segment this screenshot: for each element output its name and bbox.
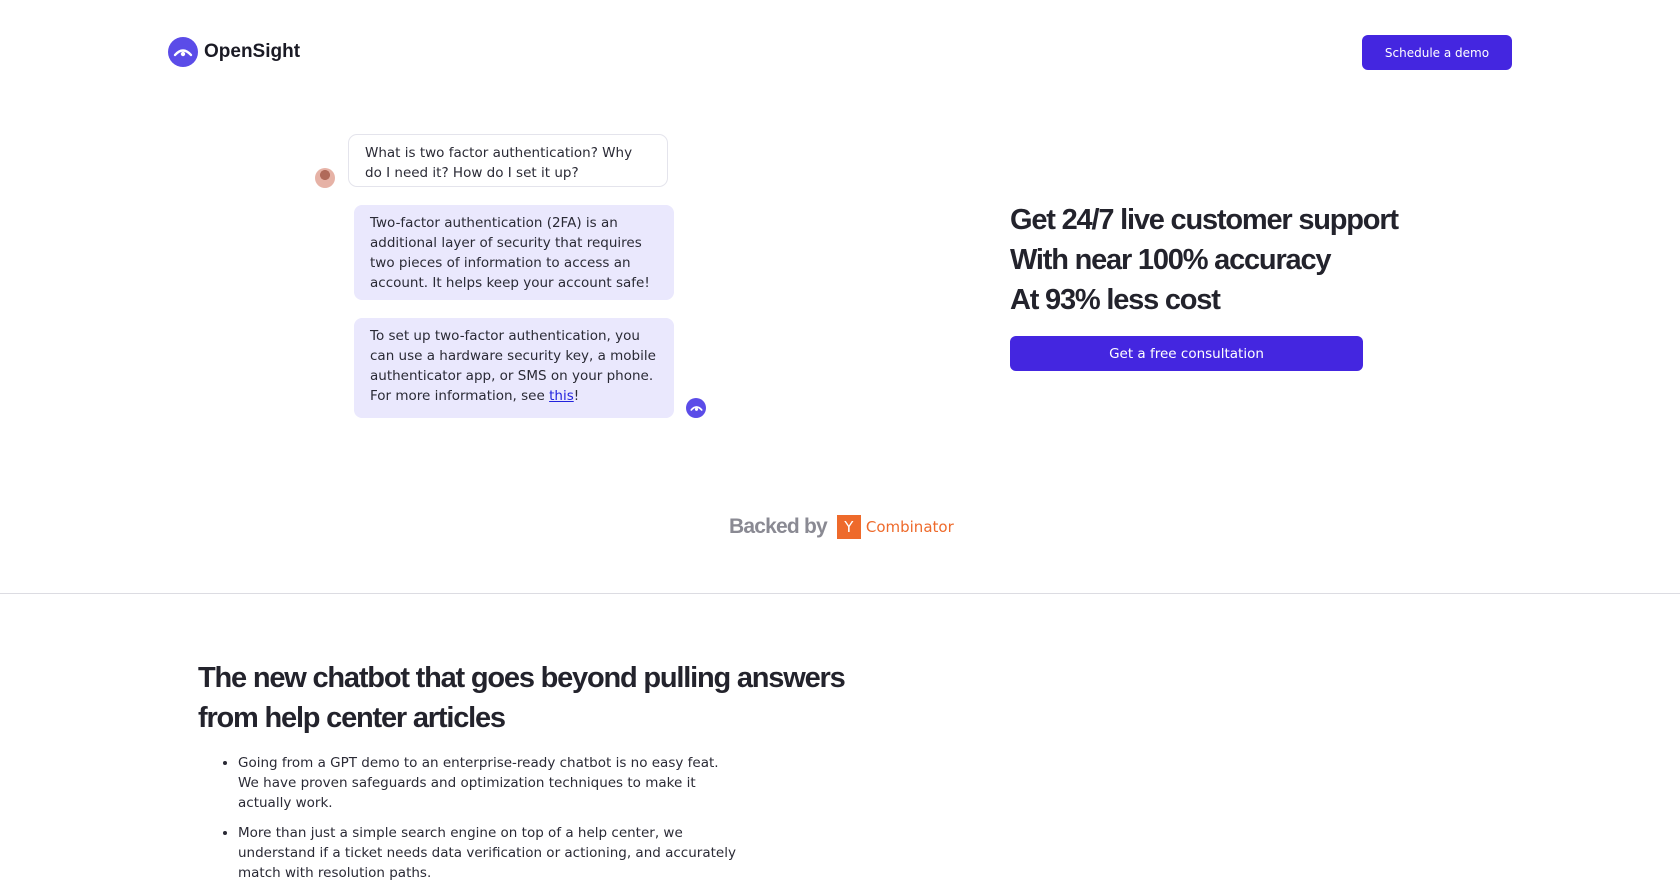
more-info-link[interactable]: this <box>549 388 574 404</box>
section-title-line-1: The new chatbot that goes beyond pulling… <box>198 662 846 694</box>
feature-list-item: More than just a simple search engine on… <box>238 823 738 883</box>
free-consultation-button[interactable]: Get a free consultation <box>1010 336 1363 371</box>
yc-logo-icon: Y <box>836 515 861 539</box>
answer-text: To set up two-factor authentication, you… <box>370 328 656 404</box>
feature-list-item: Going from a GPT demo to an enterprise-r… <box>238 753 738 813</box>
yc-name: Combinator <box>865 518 954 536</box>
backed-by-section: Backed by Y Combinator <box>729 515 954 539</box>
section-title: The new chatbot that goes beyond pulling… <box>198 658 846 738</box>
hero-line-1: Get 24/7 live customer support <box>1010 204 1399 236</box>
hero-line-3: At 93% less cost <box>1010 284 1221 316</box>
schedule-demo-button[interactable]: Schedule a demo <box>1362 35 1512 70</box>
user-avatar-icon <box>315 168 335 188</box>
bot-answer-bubble: Two-factor authentication (2FA) is an ad… <box>354 205 674 300</box>
hero-heading: Get 24/7 live customer support With near… <box>1010 200 1399 320</box>
backed-by-label: Backed by <box>729 515 828 538</box>
bot-answer-bubble-2: To set up two-factor authentication, you… <box>354 318 674 418</box>
feature-list: Going from a GPT demo to an enterprise-r… <box>198 753 738 893</box>
section-title-line-2: from help center articles <box>198 702 506 734</box>
answer-end: ! <box>573 388 580 404</box>
bot-avatar-icon <box>686 398 706 418</box>
brand-logo[interactable]: OpenSight <box>168 37 300 67</box>
eye-arc-icon <box>168 37 198 67</box>
brand-name: OpenSight <box>204 41 301 62</box>
section-divider <box>0 593 1680 594</box>
user-question-bubble: What is two factor authentication? Why d… <box>348 134 668 187</box>
hero-line-2: With near 100% accuracy <box>1010 244 1332 276</box>
